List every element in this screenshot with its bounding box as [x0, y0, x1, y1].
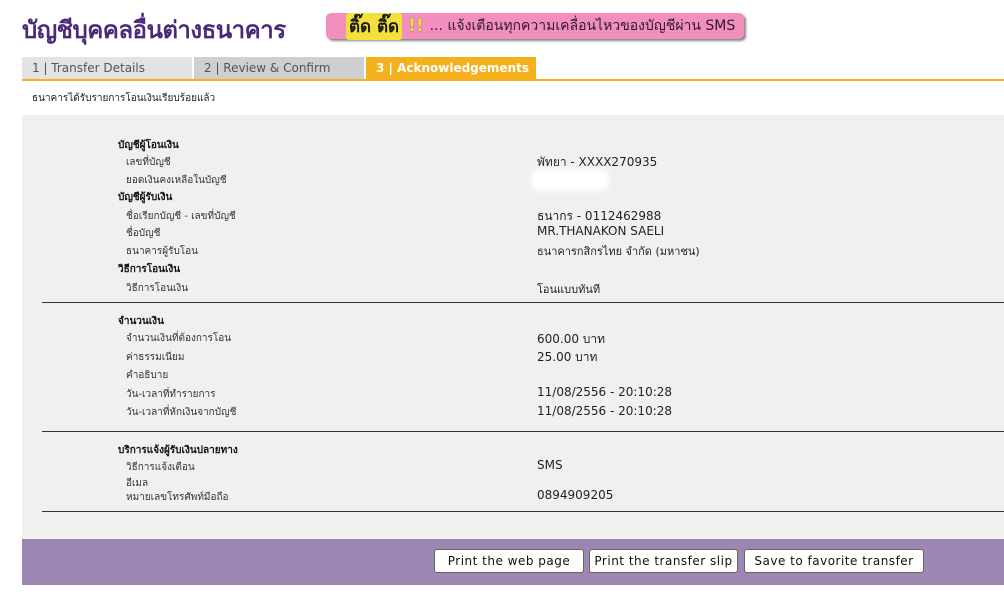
- txn-datetime-value: 11/08/2556 - 20:10:28: [537, 385, 673, 399]
- from-account-no-label: เลขที่บัญชี: [126, 157, 171, 168]
- print-transfer-slip-button[interactable]: Print the transfer slip: [589, 549, 738, 573]
- transfer-method-heading: วิธีการโอนเงิน: [118, 264, 181, 275]
- tab-acknowledgements: 3 | Acknowledgements: [366, 57, 536, 79]
- section-divider: [42, 511, 1004, 512]
- to-bank-value: ธนาคารกสิกรไทย จำกัด (มหาชน): [537, 245, 700, 258]
- sms-banner-message: ... แจ้งเตือนทุกความเคลื่อนไหวของบัญชีผ่…: [429, 18, 736, 34]
- amount-value: 600.00 บาท: [537, 332, 606, 346]
- txn-datetime-label: วัน-เวลาที่ทำรายการ: [126, 389, 216, 400]
- balance-label: ยอดเงินคงเหลือในบัญชี: [126, 175, 227, 186]
- phone-label: หมายเลขโทรศัพท์มือถือ: [126, 492, 229, 503]
- amount-heading: จำนวนเงิน: [118, 316, 164, 327]
- email-label: อีเมล: [126, 478, 149, 489]
- debit-datetime-label: วัน-เวลาที่หักเงินจากบัญชี: [126, 407, 237, 418]
- phone-value: 0894909205: [537, 488, 614, 502]
- to-nickname-label: ชื่อเรียกบัญชี - เลขที่บัญชี: [126, 211, 236, 222]
- notification-heading: บริการแจ้งผู้รับเงินปลายทาง: [118, 445, 238, 456]
- transfer-method-value: โอนแบบทันที: [537, 283, 601, 296]
- sms-banner-prefix: ติ๊ด ติ๊ด: [346, 12, 403, 40]
- notify-method-value: SMS: [537, 458, 563, 472]
- status-message: ธนาคารได้รับรายการโอนเงินเรียบร้อยแล้ว: [32, 93, 216, 104]
- notify-method-label: วิธีการแจ้งเตือน: [126, 462, 195, 473]
- to-bank-label: ธนาคารผู้รับโอน: [126, 246, 199, 257]
- to-account-heading: บัญชีผู้รับเงิน: [118, 192, 173, 203]
- amount-label: จำนวนเงินที่ต้องการโอน: [126, 333, 232, 344]
- sms-alert-banner[interactable]: ติ๊ด ติ๊ด !! ... แจ้งเตือนทุกความเคลื่อน…: [326, 12, 744, 40]
- section-divider: [42, 431, 1004, 432]
- tab-transfer-details: 1 | Transfer Details: [22, 57, 192, 79]
- to-account-name-label: ชื่อบัญชี: [126, 228, 161, 239]
- to-account-name-value: MR.THANAKON SAELI: [537, 224, 665, 238]
- section-divider: [42, 302, 1004, 303]
- balance-value-redacted: [534, 173, 606, 187]
- page-title: บัญชีบุคคลอื่นต่างธนาคาร: [22, 16, 286, 44]
- description-label: คำอธิบาย: [126, 370, 169, 381]
- from-account-no-value: พัทยา - XXXX270935: [537, 155, 658, 169]
- transfer-method-label: วิธีการโอนเงิน: [126, 283, 189, 294]
- save-favorite-transfer-button[interactable]: Save to favorite transfer: [744, 549, 924, 573]
- fee-label: ค่าธรรมเนียม: [126, 352, 185, 363]
- fee-value: 25.00 บาท: [537, 350, 598, 364]
- sms-banner-exclamation: !!: [408, 16, 424, 36]
- debit-datetime-value: 11/08/2556 - 20:10:28: [537, 404, 673, 418]
- step-tabs: 1 | Transfer Details 2 | Review & Confir…: [22, 57, 1004, 81]
- tab-review-confirm: 2 | Review & Confirm: [194, 57, 364, 79]
- from-account-heading: บัญชีผู้โอนเงิน: [118, 140, 179, 151]
- print-web-page-button[interactable]: Print the web page: [434, 549, 584, 573]
